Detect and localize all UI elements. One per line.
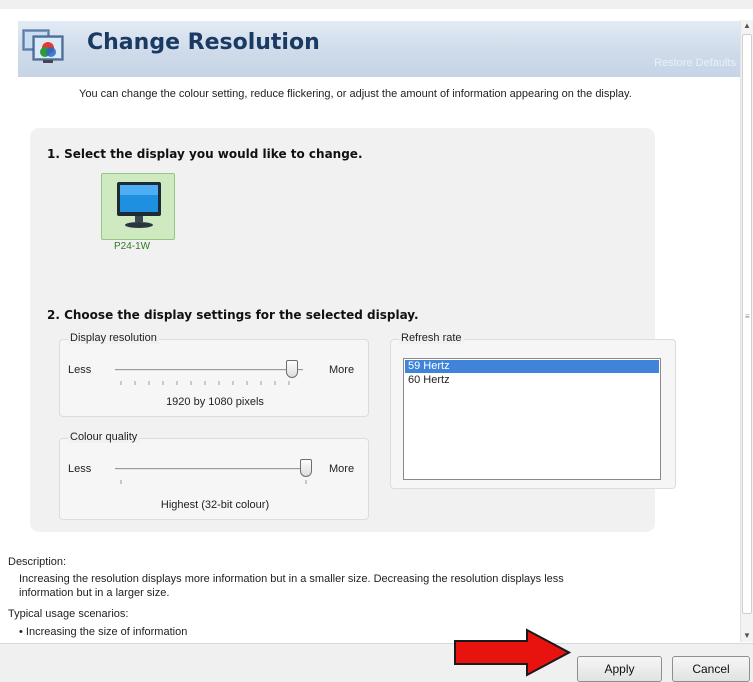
- colour-more-label: More: [329, 463, 355, 475]
- button-bar: Apply Cancel: [0, 643, 753, 682]
- apply-button[interactable]: Apply: [577, 656, 662, 682]
- colour-value: Highest (32-bit colour): [160, 499, 270, 511]
- vertical-scrollbar[interactable]: ▲ ≡ ▼: [740, 20, 753, 642]
- refresh-rate-title: Refresh rate: [399, 332, 464, 344]
- refresh-rate-group: Refresh rate 59 Hertz 60 Hertz: [390, 332, 676, 489]
- monitor-icon: [117, 182, 161, 228]
- resolution-less-label: Less: [68, 364, 92, 376]
- colour-less-label: Less: [68, 463, 92, 475]
- colour-slider-track[interactable]: [115, 468, 312, 470]
- colour-quality-group: Colour quality Less More Highest (32-bit…: [59, 431, 369, 520]
- restore-defaults-link[interactable]: Restore Defaults: [654, 57, 736, 69]
- arrow-annotation-icon: [454, 628, 571, 677]
- description-label: Description:: [8, 556, 67, 568]
- refresh-option-60[interactable]: 60 Hertz: [405, 374, 659, 387]
- display-tile[interactable]: [101, 173, 175, 240]
- colour-slider-thumb[interactable]: [300, 459, 312, 477]
- scroll-down-arrow-icon[interactable]: ▼: [741, 630, 753, 642]
- display-label: P24-1W: [114, 241, 151, 252]
- refresh-option-59[interactable]: 59 Hertz: [405, 360, 659, 373]
- display-resolution-title: Display resolution: [68, 332, 159, 344]
- description-text-line1: Increasing the resolution displays more …: [19, 573, 564, 585]
- display-settings-icon: [22, 29, 64, 63]
- usage-item: • Increasing the size of information: [19, 626, 188, 638]
- display-resolution-group: Display resolution Less More 1920 by 108…: [59, 332, 369, 417]
- usage-label: Typical usage scenarios:: [8, 608, 129, 620]
- window-top-strip: [0, 0, 753, 9]
- resolution-value: 1920 by 1080 pixels: [166, 396, 264, 408]
- scroll-grip-icon: ≡: [745, 312, 750, 321]
- page-title: Change Resolution: [87, 30, 320, 55]
- scroll-up-arrow-icon[interactable]: ▲: [741, 20, 753, 32]
- page-header: Change Resolution Restore Defaults: [18, 21, 740, 77]
- colour-quality-title: Colour quality: [68, 431, 140, 443]
- resolution-slider-track[interactable]: [115, 369, 303, 371]
- intro-text: You can change the colour setting, reduc…: [79, 88, 632, 100]
- colour-slider-ticks: [120, 480, 307, 484]
- cancel-button[interactable]: Cancel: [672, 656, 750, 682]
- description-text-line2: information but in a larger size.: [19, 587, 170, 599]
- refresh-rate-list[interactable]: 59 Hertz 60 Hertz: [403, 358, 661, 480]
- resolution-more-label: More: [329, 364, 355, 376]
- resolution-slider-ticks: [120, 381, 290, 385]
- step1-heading: 1. Select the display you would like to …: [47, 147, 363, 161]
- scroll-thumb[interactable]: ≡: [742, 34, 752, 614]
- step2-heading: 2. Choose the display settings for the s…: [47, 308, 419, 322]
- resolution-slider-thumb[interactable]: [286, 360, 298, 378]
